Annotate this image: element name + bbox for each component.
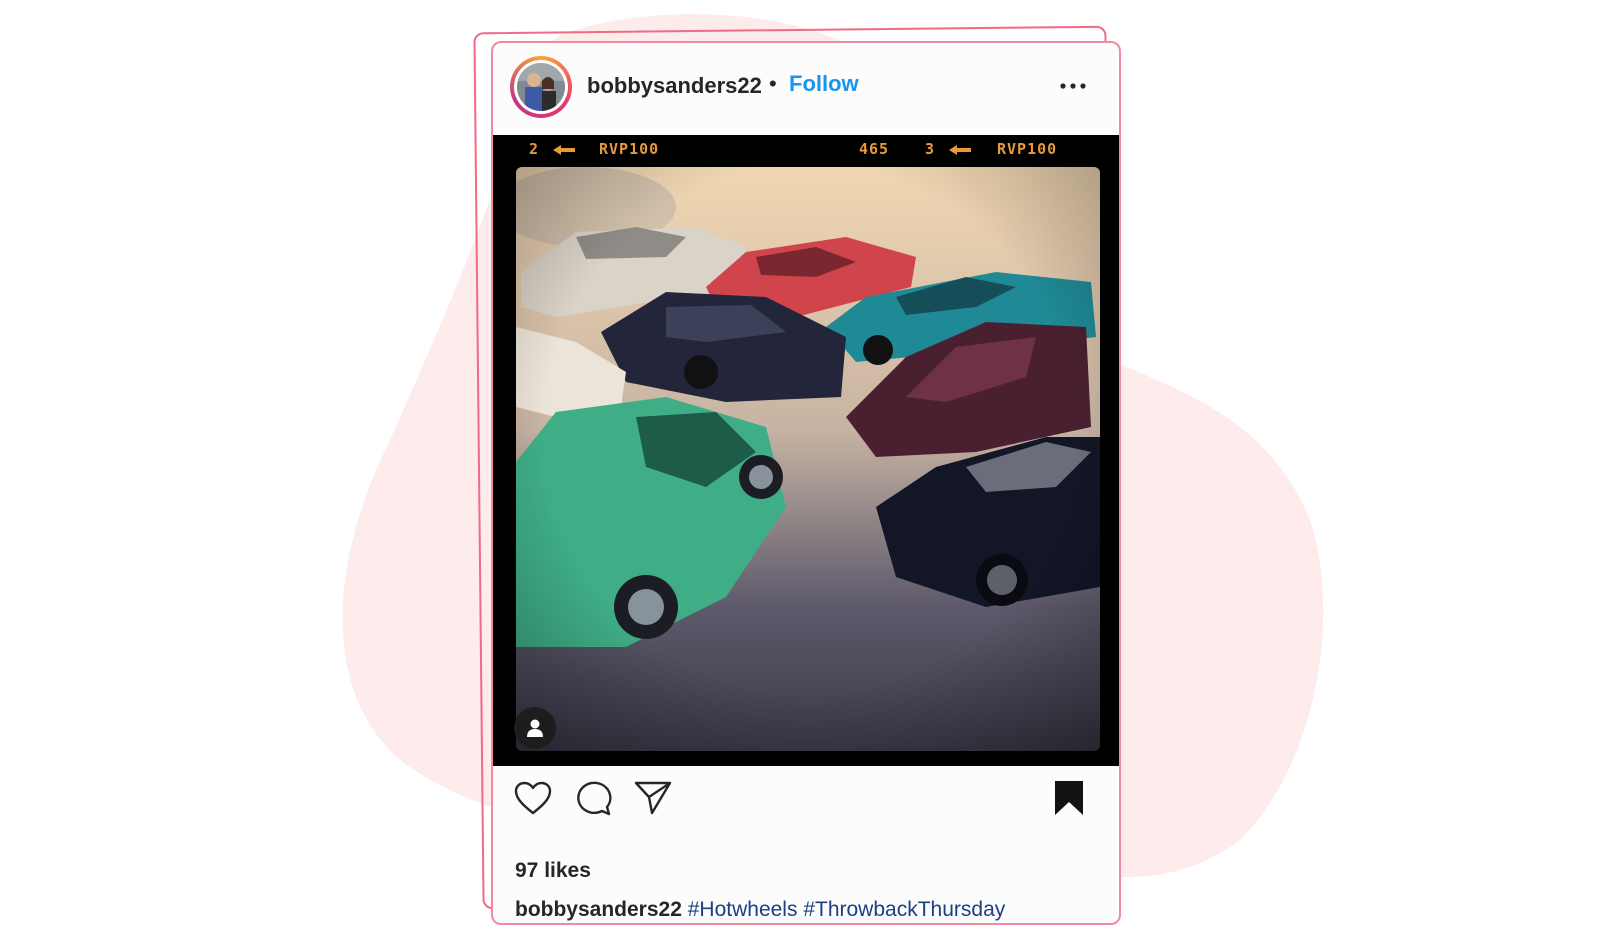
heart-icon[interactable] xyxy=(513,778,553,818)
username[interactable]: bobbysanders22 xyxy=(587,73,762,99)
film-arrow-icon xyxy=(553,145,575,155)
film-label: RVP100 xyxy=(997,140,1058,158)
share-icon[interactable] xyxy=(633,778,673,818)
post-photo[interactable] xyxy=(516,167,1100,751)
user-icon xyxy=(527,719,543,737)
caption-username[interactable]: bobbysanders22 xyxy=(515,898,682,921)
follow-button[interactable]: Follow xyxy=(789,71,859,97)
post-actions xyxy=(493,778,1119,828)
film-label: 465 xyxy=(859,140,890,158)
tag-people-button[interactable] xyxy=(514,707,556,749)
avatar[interactable] xyxy=(510,56,572,118)
hashtag-link[interactable]: #ThrowbackThursday xyxy=(803,898,1005,921)
bookmark-icon[interactable] xyxy=(1049,778,1089,818)
instagram-post-card: bobbysanders22 • Follow 2 RVP100 465 3 R… xyxy=(491,41,1121,925)
separator-dot: • xyxy=(769,71,777,96)
post-image-frame: 2 RVP100 465 3 RVP100 xyxy=(493,135,1119,766)
post-header: bobbysanders22 • Follow xyxy=(493,43,1119,135)
comment-icon[interactable] xyxy=(573,778,613,818)
film-label: RVP100 xyxy=(599,140,660,158)
film-frame-number: 3 xyxy=(925,140,936,158)
hashtag-link[interactable]: #Hotwheels xyxy=(688,898,798,921)
post-caption: bobbysanders22 #Hotwheels #ThrowbackThur… xyxy=(515,898,1005,922)
film-frame-number: 2 xyxy=(529,140,540,158)
avatar-photo xyxy=(517,63,565,111)
likes-count[interactable]: 97 likes xyxy=(515,859,591,883)
more-horizontal-icon[interactable] xyxy=(1055,73,1091,99)
film-arrow-icon xyxy=(949,145,971,155)
